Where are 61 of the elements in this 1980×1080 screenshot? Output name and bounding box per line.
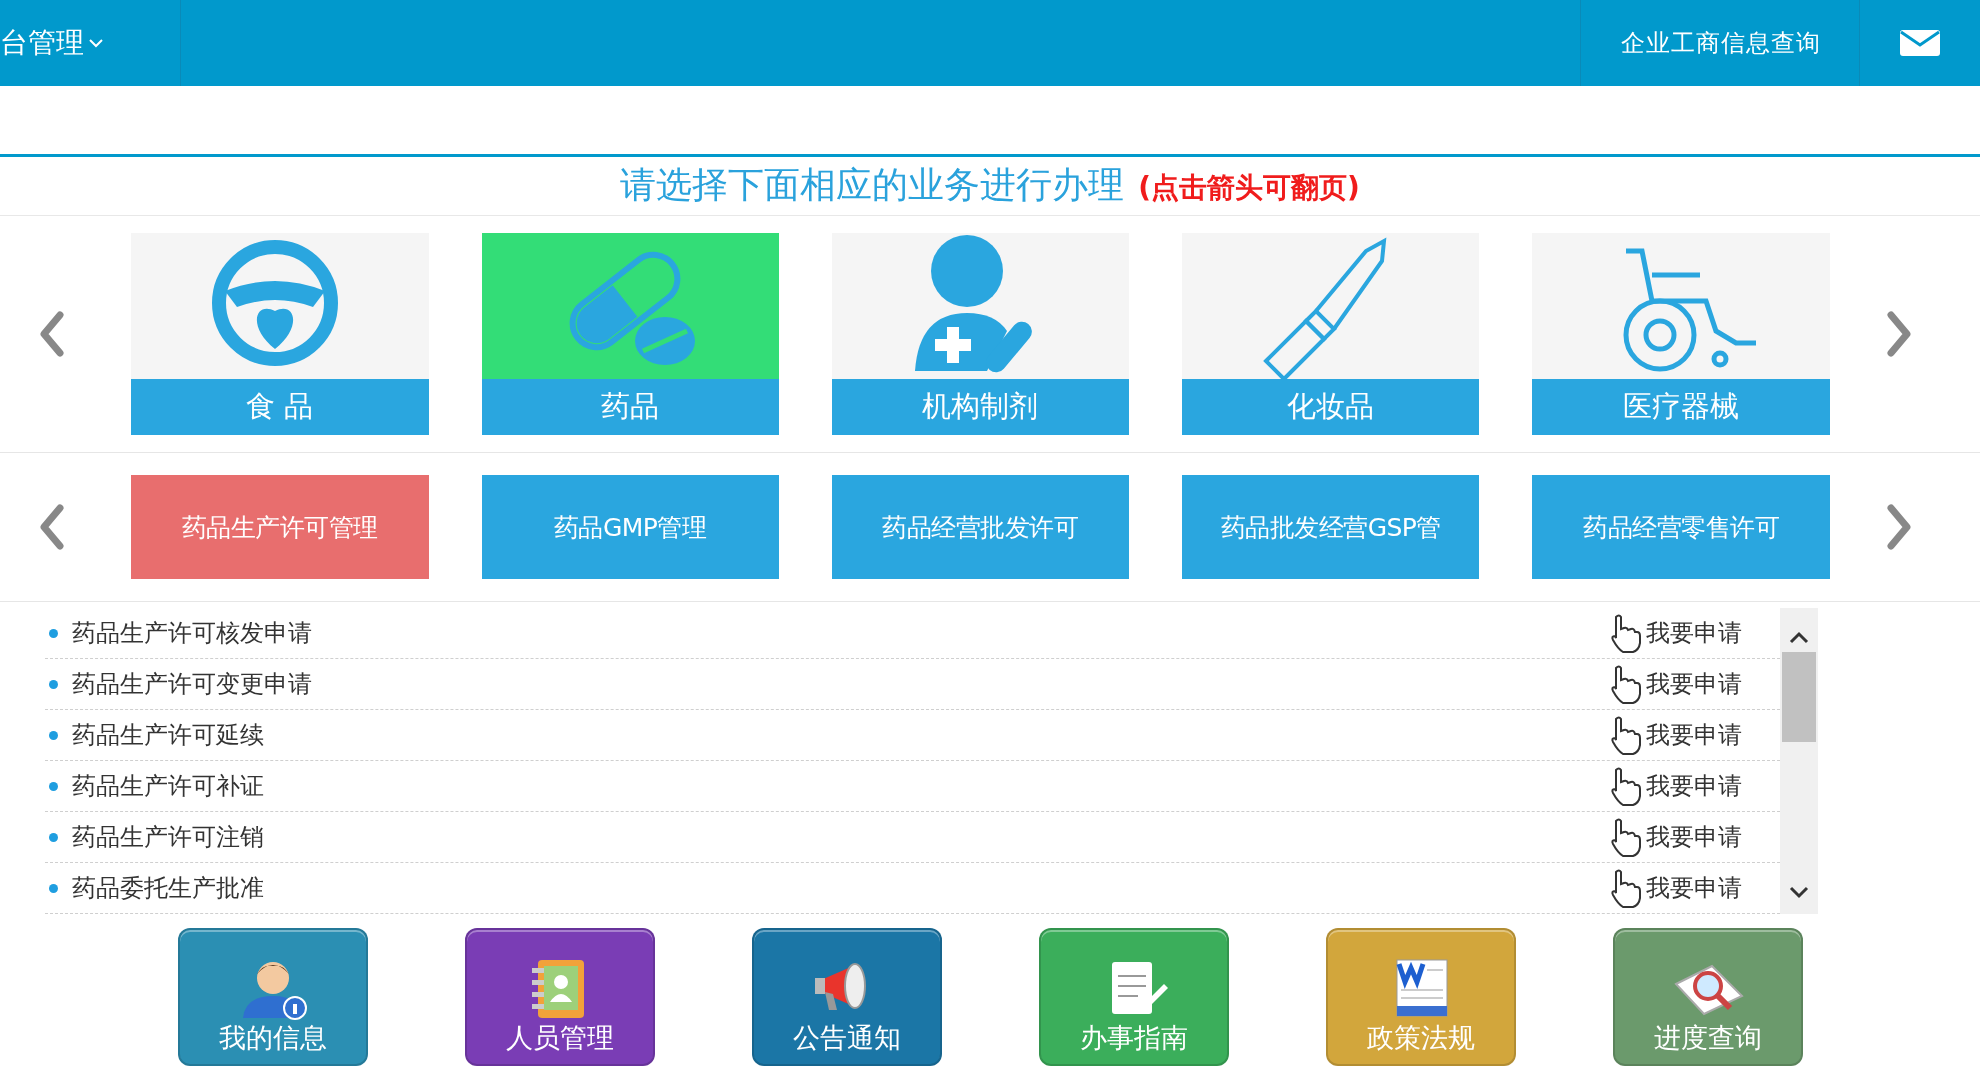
bullet-icon bbox=[49, 883, 58, 893]
hint-text: (点击箭头可翻页) bbox=[1138, 170, 1360, 206]
service-item[interactable]: 药品生产许可变更申请 bbox=[72, 668, 1608, 700]
apply-link[interactable]: 我要申请 bbox=[1646, 872, 1742, 904]
shortcut-tile[interactable]: 人员管理 bbox=[465, 928, 655, 1066]
bullet-icon bbox=[49, 679, 58, 689]
category-card[interactable] bbox=[481, 233, 779, 379]
shortcut-tile[interactable]: 政策法规 bbox=[1326, 928, 1516, 1066]
category-card[interactable] bbox=[1182, 233, 1480, 379]
tile-label: 进度查询 bbox=[1654, 1021, 1762, 1055]
shortcut-tile[interactable]: 我的信息 bbox=[178, 928, 368, 1066]
service-item[interactable]: 药品生产许可注销 bbox=[72, 821, 1608, 853]
subcategory-tab[interactable]: 药品经营批发许可 bbox=[831, 475, 1130, 579]
subcategory-tab[interactable]: 药品经营零售许可 bbox=[1532, 475, 1830, 579]
mail-icon bbox=[1900, 30, 1940, 56]
shortcut-tile[interactable]: 公告通知 bbox=[752, 928, 942, 1066]
hand-pointer-icon bbox=[1608, 868, 1644, 908]
apply-link[interactable]: 我要申请 bbox=[1646, 617, 1742, 649]
tile-label: 办事指南 bbox=[1080, 1021, 1188, 1055]
hand-pointer-icon bbox=[1608, 766, 1644, 806]
tile-label: 我的信息 bbox=[219, 1021, 327, 1055]
shortcut-tile[interactable]: 办事指南 bbox=[1039, 928, 1229, 1066]
apply-link[interactable]: 我要申请 bbox=[1646, 821, 1742, 853]
bullet-icon bbox=[49, 730, 58, 740]
category-label[interactable]: 化妆品 bbox=[1182, 379, 1480, 435]
hand-pointer-icon bbox=[1608, 817, 1644, 857]
category-card[interactable] bbox=[1532, 233, 1830, 379]
nav-link[interactable]: 企业工商信息查询 bbox=[1621, 27, 1821, 59]
scrollbar-thumb[interactable] bbox=[1782, 652, 1816, 742]
bullet-icon bbox=[49, 628, 58, 638]
hand-pointer-icon bbox=[1608, 664, 1644, 704]
tile-label: 公告通知 bbox=[793, 1021, 901, 1055]
scrollbar[interactable] bbox=[1780, 608, 1818, 914]
hand-pointer-icon bbox=[1608, 715, 1644, 755]
bullet-icon bbox=[49, 781, 58, 791]
category-label[interactable]: 食 品 bbox=[131, 379, 429, 435]
shortcut-tile[interactable]: 进度查询 bbox=[1613, 928, 1803, 1066]
apply-link[interactable]: 我要申请 bbox=[1646, 668, 1742, 700]
chevron-up-icon bbox=[1789, 630, 1809, 646]
service-item[interactable]: 药品生产许可补证 bbox=[72, 770, 1608, 802]
service-item[interactable]: 药品委托生产批准 bbox=[72, 872, 1608, 904]
category-label[interactable]: 医疗器械 bbox=[1532, 379, 1830, 435]
page-heading: 请选择下面相应的业务进行办理 bbox=[620, 163, 1125, 207]
service-item[interactable]: 药品生产许可核发申请 bbox=[72, 617, 1608, 649]
apply-link[interactable]: 我要申请 bbox=[1646, 770, 1742, 802]
hand-pointer-icon bbox=[1608, 613, 1644, 653]
bullet-icon bbox=[49, 832, 58, 842]
chevron-down-icon bbox=[1789, 884, 1809, 900]
service-item[interactable]: 药品生产许可延续 bbox=[72, 719, 1608, 751]
category-card[interactable] bbox=[831, 233, 1130, 379]
category-label[interactable]: 药品 bbox=[481, 379, 779, 435]
menu-label[interactable]: 台管理 bbox=[0, 24, 84, 62]
subcategory-tab[interactable]: 药品GMP管理 bbox=[481, 475, 779, 579]
tile-label: 政策法规 bbox=[1367, 1021, 1475, 1055]
subcategory-tab[interactable]: 药品生产许可管理 bbox=[131, 475, 429, 579]
category-card[interactable] bbox=[131, 233, 429, 379]
category-label[interactable]: 机构制剂 bbox=[831, 379, 1130, 435]
chevron-down-icon bbox=[88, 37, 104, 49]
subcategory-tab[interactable]: 药品批发经营GSP管 bbox=[1182, 475, 1480, 579]
apply-link[interactable]: 我要申请 bbox=[1646, 719, 1742, 751]
tile-label: 人员管理 bbox=[506, 1021, 614, 1055]
